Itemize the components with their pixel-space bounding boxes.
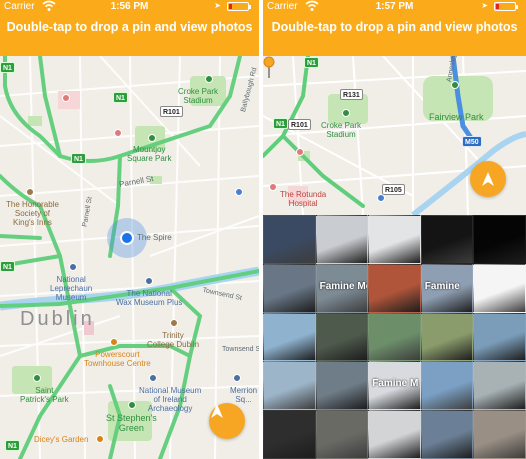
photo-thumbnail[interactable] — [368, 410, 421, 459]
status-bar: Carrier 1:57 PM ➤ — [263, 0, 526, 14]
photo-caption: Famine M — [372, 378, 419, 390]
stadium-icon — [342, 109, 350, 117]
route-n1-shield: N1 — [71, 153, 86, 164]
poi-fairview-park[interactable]: Fairview Park — [429, 112, 484, 122]
park-icon — [33, 374, 41, 382]
photo-thumbnail[interactable] — [420, 215, 474, 264]
photo-thumbnail[interactable] — [263, 263, 316, 313]
photo-thumbnail[interactable] — [473, 312, 526, 362]
status-bar: Carrier 1:56 PM ➤ — [0, 0, 259, 14]
photo-thumbnail[interactable] — [420, 312, 474, 362]
poi-diceys-garden[interactable]: Dicey's Garden — [34, 435, 88, 444]
dropped-pin[interactable] — [263, 56, 275, 78]
city-label: Dublin — [20, 308, 95, 330]
user-location-dot — [120, 231, 134, 245]
museum-icon — [149, 374, 157, 382]
route-m50-shield: M50 — [462, 136, 482, 147]
instruction-banner: Double-tap to drop a pin and view photos — [6, 20, 253, 34]
locate-me-button[interactable] — [209, 403, 245, 439]
locate-me-button[interactable] — [470, 161, 506, 197]
route-r131-shield: R131 — [340, 89, 363, 100]
route-n1-shield: N1 — [5, 440, 20, 451]
poi-wax-museum[interactable]: The National Wax Museum Plus — [116, 289, 182, 307]
route-r105-shield: R105 — [382, 184, 405, 195]
location-services-icon: ➤ — [481, 1, 488, 10]
museum-icon — [69, 263, 77, 271]
park-icon — [148, 134, 156, 142]
location-services-icon: ➤ — [214, 1, 221, 10]
poi-st-patricks-park[interactable]: Saint Patrick's Park — [20, 386, 69, 404]
route-n1-shield: N1 — [113, 92, 128, 103]
hospital-icon — [296, 148, 304, 156]
photo-thumbnail[interactable] — [315, 361, 369, 411]
photo-thumbnail[interactable] — [368, 263, 421, 313]
photo-thumbnail[interactable] — [420, 410, 474, 459]
university-icon — [170, 319, 178, 327]
poi-rotunda-hospital[interactable]: The Rotunda Hospital — [280, 190, 326, 208]
photo-thumbnail[interactable]: Famine M — [368, 361, 421, 411]
header: Carrier 1:56 PM ➤ Double-tap to drop a p… — [0, 0, 259, 56]
right-phone-screen: Carrier 1:57 PM ➤ Double-tap to drop a p… — [263, 0, 526, 459]
photo-thumbnail[interactable] — [473, 361, 526, 411]
photo-caption: Famine Me — [319, 280, 369, 292]
poi-st-stephens-green[interactable]: St Stephen's Green — [106, 413, 157, 434]
route-n1-shield: N1 — [0, 62, 15, 73]
navigation-arrow-icon — [482, 172, 494, 186]
route-r101-shield: R101 — [288, 119, 311, 130]
poi-the-spire[interactable]: The Spire — [137, 233, 172, 242]
park-icon — [128, 401, 136, 409]
hospital-icon — [114, 129, 122, 137]
landmark-icon — [26, 188, 34, 196]
photo-grid: Famine Me Famine Famine M — [263, 215, 526, 459]
instruction-banner: Double-tap to drop a pin and view photos — [271, 20, 518, 34]
photo-thumbnail[interactable] — [473, 263, 526, 313]
photo-caption: Famine — [424, 280, 460, 292]
route-n1-shield: N1 — [304, 57, 319, 68]
photo-thumbnail[interactable] — [315, 312, 369, 362]
photo-thumbnail[interactable] — [263, 312, 316, 362]
header: Carrier 1:57 PM ➤ Double-tap to drop a p… — [263, 0, 526, 56]
shopping-icon — [110, 338, 118, 346]
photo-thumbnail[interactable]: Famine — [420, 263, 474, 313]
photo-thumbnail[interactable] — [420, 361, 474, 411]
park-icon — [451, 81, 459, 89]
battery-icon — [494, 2, 518, 11]
poi-mountjoy-square[interactable]: Mountjoy Square Park — [127, 145, 171, 163]
poi-merrion[interactable]: Merrion Sq... — [230, 386, 257, 404]
route-n1-shield: N1 — [273, 118, 288, 129]
poi-kings-inns[interactable]: The Honorable Society of King's Inns — [6, 200, 59, 228]
hospital-icon — [269, 183, 277, 191]
map-view[interactable]: N1 N1 N1 N1 N1 R101 Croke Park Stadium B… — [0, 56, 259, 459]
hospital-icon — [62, 94, 70, 102]
poi-croke-park[interactable]: Croke Park Stadium — [321, 121, 361, 139]
photo-thumbnail[interactable] — [473, 215, 526, 264]
route-r101-shield: R101 — [160, 106, 183, 117]
museum-icon — [145, 277, 153, 285]
photo-thumbnail[interactable] — [263, 215, 316, 264]
bar-icon — [96, 435, 104, 443]
poi-trinity-college[interactable]: Trinity College Dublin — [147, 331, 199, 349]
poi-powerscourt[interactable]: Powerscourt Townhouse Centre — [84, 350, 151, 368]
transit-icon — [377, 194, 385, 202]
photo-thumbnail[interactable] — [473, 410, 526, 459]
battery-icon — [227, 2, 251, 11]
poi-leprechaun-museum[interactable]: National Leprechaun Museum — [50, 275, 92, 303]
photo-thumbnail[interactable] — [315, 215, 369, 264]
photo-thumbnail[interactable] — [315, 410, 369, 459]
photo-thumbnail[interactable] — [368, 312, 421, 362]
route-n1-shield: N1 — [0, 261, 15, 272]
stadium-icon — [205, 75, 213, 83]
left-phone-screen: Carrier 1:56 PM ➤ Double-tap to drop a p… — [0, 0, 259, 459]
poi-croke-park[interactable]: Croke Park Stadium — [178, 87, 218, 105]
transit-icon — [235, 188, 243, 196]
street-label: Townsend St — [222, 346, 259, 353]
navigation-arrow-icon — [211, 404, 223, 418]
photo-thumbnail[interactable] — [263, 361, 316, 411]
photo-thumbnail[interactable] — [263, 410, 316, 459]
poi-natural-history[interactable]: National Museum of Ireland Archaeology — [139, 386, 201, 414]
photo-thumbnail[interactable] — [368, 215, 421, 264]
museum-icon — [233, 374, 241, 382]
photo-thumbnail[interactable]: Famine Me — [315, 263, 369, 313]
